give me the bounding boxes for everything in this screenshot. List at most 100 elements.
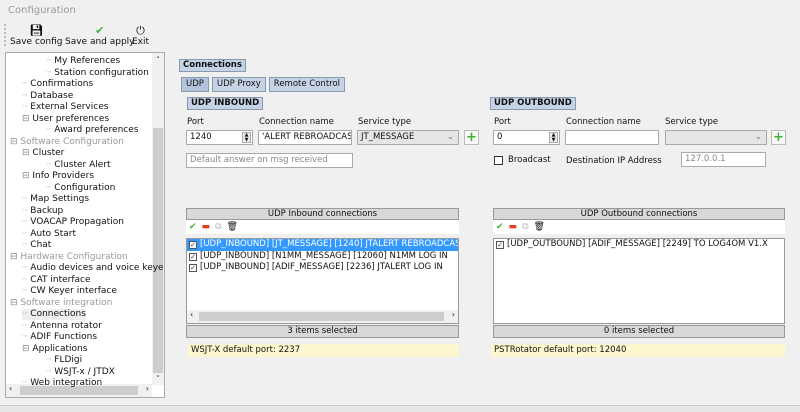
tab-udp-proxy[interactable]: UDP Proxy (211, 77, 266, 92)
floppy-icon: 💾︎ (29, 24, 44, 37)
tree-item[interactable]: ┈ Chat (22, 240, 51, 251)
outbound-port-value: 0 (497, 132, 503, 142)
list-item[interactable]: ✓ [UDP_INBOUND] [ADIF_MESSAGE] [2236] JTA… (187, 262, 458, 274)
collapse-icon[interactable]: ⊟ (22, 114, 32, 124)
tree-item[interactable]: ┈ Cluster Alert (46, 160, 111, 171)
outbound-port-spinner[interactable]: 0 ▲ ▼ (493, 130, 560, 145)
outbound-grid-toolbar: ✔ ▬ ⧉ 🗑︎ (493, 220, 785, 234)
uncheck-icon[interactable]: ▬ (509, 222, 518, 232)
tree-item[interactable]: ┈ FLDigi (46, 355, 82, 366)
tree-item[interactable]: ┈ VOACAP Propagation (22, 217, 124, 228)
checkbox-checked[interactable]: ✓ (189, 252, 197, 261)
destination-ip-input[interactable]: 127.0.0.1 (681, 152, 766, 167)
tree-item-label: Auto Start (30, 228, 77, 239)
list-item-label: [UDP_OUTBOUND] [ADIF_MESSAGE] [2249] TO … (507, 239, 768, 249)
tree-item[interactable]: ┈ Backup (22, 206, 63, 217)
trash-icon[interactable]: 🗑︎ (534, 222, 545, 232)
outbound-connections-list[interactable]: ✓ [UDP_OUTBOUND] [ADIF_MESSAGE] [2249] TO… (493, 238, 785, 324)
outbound-status: 0 items selected (493, 325, 785, 338)
tree-item-label: Confirmations (30, 79, 94, 89)
add-outbound-button[interactable]: + (771, 130, 786, 145)
list-item[interactable]: ✓ [UDP_INBOUND] [N1MM_MESSAGE] [12060] N1… (187, 251, 458, 263)
tree-item[interactable]: ┈ Database (22, 91, 73, 102)
add-inbound-button[interactable]: + (464, 130, 479, 145)
list-item-label: [UDP_INBOUND] [ADIF_MESSAGE] [2236] JTAL… (200, 262, 443, 272)
save-and-apply-button[interactable]: ✔ Save and apply (65, 24, 135, 47)
chevron-down-icon: ⌄ (754, 132, 762, 142)
tree-item[interactable]: ┈ WSJT-x / JTDX (46, 367, 115, 378)
uncheck-icon[interactable]: ▬ (202, 222, 211, 232)
inbound-service-type-label: Service type (358, 117, 412, 127)
tab-udp[interactable]: UDP (181, 77, 209, 92)
checkbox-checked[interactable]: ✓ (189, 264, 197, 272)
tree-item[interactable]: ⊟ User preferences (22, 114, 109, 125)
tree-item[interactable]: ┈ External Services (22, 102, 108, 113)
tab-bar: UDP UDP Proxy Remote Control (181, 77, 346, 92)
default-answer-input[interactable]: Default answer on msg received (186, 153, 353, 168)
list-item[interactable]: ✓ [UDP_OUTBOUND] [ADIF_MESSAGE] [2249] TO… (494, 239, 784, 251)
tree-item-label: Audio devices and voice keye (30, 263, 164, 273)
tree-item[interactable]: ⊟ Applications (22, 344, 87, 355)
inbound-port-spinner[interactable]: 1240 ▲ ▼ (186, 130, 253, 145)
tree-item[interactable]: ┈ ADIF Functions (22, 332, 97, 343)
inbound-status: 3 items selected (186, 325, 459, 338)
broadcast-label: Broadcast (508, 155, 551, 165)
tree-item[interactable]: ⊟ Info Providers (22, 171, 94, 182)
collapse-icon[interactable]: ⊟ (22, 148, 32, 158)
inbound-service-type-select[interactable]: JT_MESSAGE ⌄ (357, 130, 459, 145)
tree-item[interactable]: ┈ Auto Start (22, 229, 76, 240)
spinner-arrows-icon[interactable]: ▲ ▼ (549, 132, 558, 143)
tree-item[interactable]: ⊟ Cluster (22, 148, 64, 159)
chevron-down-icon: ⌄ (446, 132, 454, 142)
exit-button[interactable]: ⏻ Exit (132, 24, 149, 47)
tree-item[interactable]: ┈ Audio devices and voice keye (22, 263, 164, 274)
settings-tree[interactable]: ˄ ˅ ‹ › ┈ My References ┈ Station configura… (5, 52, 165, 398)
list-item-label: [UDP_INBOUND] [N1MM_MESSAGE] [12060] N1M… (200, 250, 448, 261)
checkbox-checked[interactable]: ✓ (496, 241, 504, 249)
power-icon: ⏻ (136, 24, 145, 37)
tree-item[interactable]: ┈ Antenna rotator (22, 321, 102, 332)
trash-icon[interactable]: 🗑︎ (227, 222, 238, 232)
tree-item[interactable]: ⊟ Hardware Configuration (10, 252, 128, 263)
collapse-icon[interactable]: ⊟ (10, 137, 20, 147)
collapse-icon[interactable]: ⊟ (10, 252, 20, 262)
tree-item-label: Award preferences (54, 125, 139, 135)
collapse-icon[interactable]: ⊟ (10, 298, 20, 308)
tree-item[interactable]: ┈ Map Settings (22, 194, 89, 205)
outbound-connection-name-input[interactable] (565, 130, 659, 145)
checkbox-checked[interactable]: ✓ (189, 241, 197, 249)
tree-item[interactable]: ┈ Station configuration (46, 68, 149, 79)
collapse-icon[interactable]: ⊟ (22, 171, 32, 181)
tree-item-label: FLDigi (54, 355, 83, 365)
check-all-icon[interactable]: ✔ (189, 222, 197, 232)
inbound-list-hscrollbar[interactable]: ‹ › (187, 310, 458, 323)
tree-item[interactable]: ┈ Award preferences (46, 125, 138, 136)
tree-item[interactable]: ┈ Web integration (22, 378, 102, 389)
tree-vertical-scrollbar[interactable]: ˄ ˅ (152, 53, 164, 385)
tree-item[interactable]: ┈ CAT interface (22, 275, 91, 286)
tree-item-label: Configuration (54, 182, 116, 193)
collapse-icon[interactable]: ⊟ (22, 344, 32, 354)
tab-remote-control[interactable]: Remote Control (268, 77, 346, 92)
tree-item[interactable]: ┈ Confirmations (22, 79, 93, 90)
tree-item[interactable]: ┈ Configuration (46, 183, 115, 194)
tree-item-label: Antenna rotator (30, 320, 102, 331)
tree-item[interactable]: ⊟ Software Configuration (10, 137, 124, 148)
copy-icon[interactable]: ⧉ (522, 222, 528, 232)
check-all-icon[interactable]: ✔ (496, 222, 504, 232)
list-item[interactable]: ✓ [UDP_INBOUND] [JT_MESSAGE] [1240] JTALE… (187, 239, 458, 251)
outbound-grid-title: UDP Outbound connections (493, 208, 785, 220)
tree-item[interactable]: ┈ CW Keyer interface (22, 286, 117, 297)
broadcast-checkbox[interactable]: Broadcast (494, 155, 551, 165)
tree-item[interactable]: ┈ My References (46, 56, 120, 67)
save-config-button[interactable]: 💾︎ Save config (10, 24, 63, 47)
tree-item[interactable]: ┈ Connections (22, 309, 86, 320)
inbound-connection-name-input[interactable]: 'ALERT REBROADCAST (258, 130, 352, 145)
spinner-arrows-icon[interactable]: ▲ ▼ (242, 132, 251, 143)
toolbar-grip (4, 24, 6, 46)
outbound-service-type-select[interactable]: ⌄ (665, 130, 767, 145)
copy-icon[interactable]: ⧉ (215, 222, 221, 232)
checkbox-box[interactable] (494, 155, 503, 165)
tree-item[interactable]: ⊟ Software integration (10, 298, 112, 309)
inbound-note: WSJT-X default port: 2237 (188, 344, 459, 357)
